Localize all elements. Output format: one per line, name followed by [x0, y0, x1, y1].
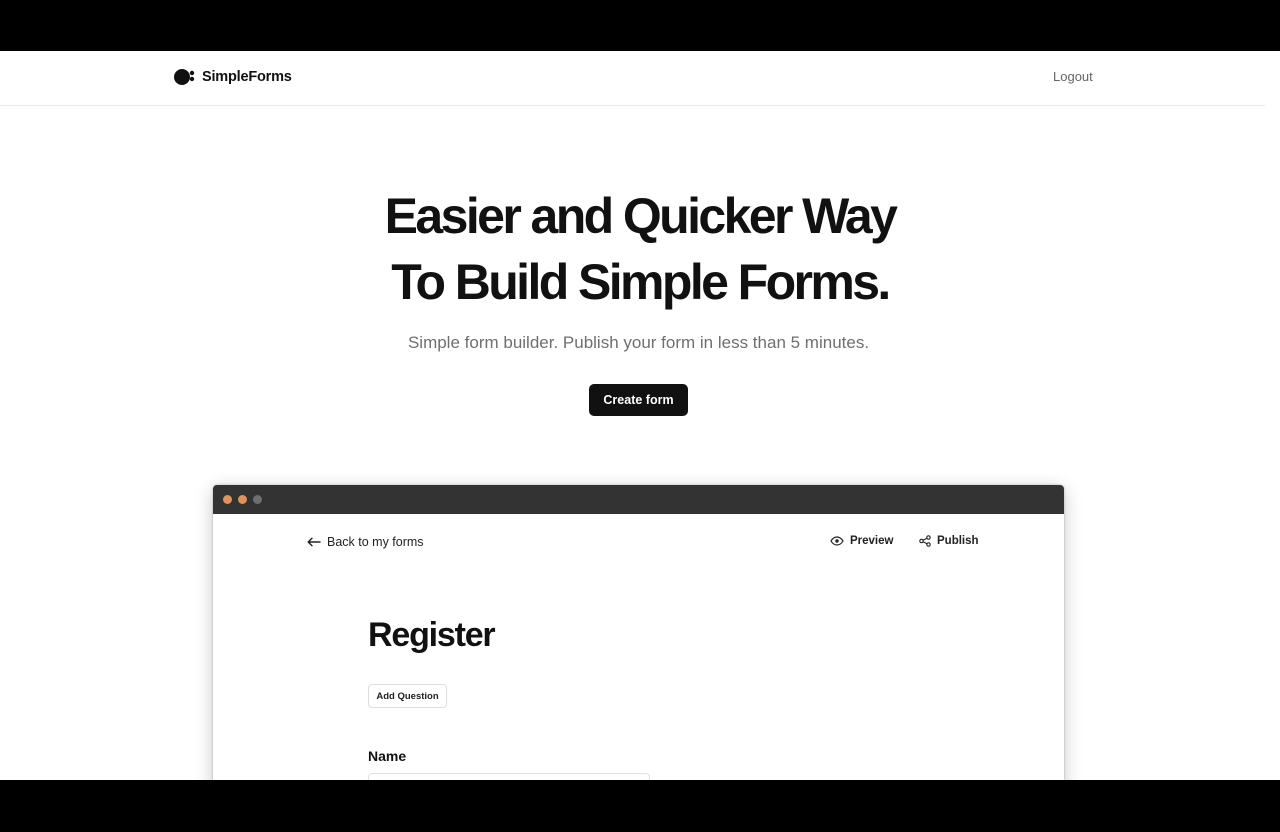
share-icon — [919, 535, 931, 547]
hero-title: Easier and Quicker Way To Build Simple F… — [0, 183, 1280, 315]
logout-link[interactable]: Logout — [1053, 69, 1093, 84]
back-to-forms-label: Back to my forms — [327, 535, 424, 549]
form-title[interactable]: Register — [368, 616, 496, 655]
publish-button[interactable]: Publish — [919, 535, 979, 547]
window-dot-2 — [238, 495, 247, 504]
create-form-button[interactable]: Create form — [589, 384, 688, 416]
form-editor-preview: Back to my forms Preview Publish Registe… — [213, 514, 1064, 780]
hero-title-line-1: Easier and Quicker Way — [384, 188, 898, 244]
hero-title-line-2: To Build Simple Forms. — [391, 254, 891, 310]
window-dot-3 — [253, 495, 262, 504]
hero-subtitle: Simple form builder. Publish your form i… — [407, 333, 870, 352]
window-dot-1 — [223, 495, 232, 504]
preview-button[interactable]: Preview — [830, 535, 893, 547]
brand-name: SimpleForms — [202, 69, 292, 85]
add-question-button[interactable]: Add Question — [368, 684, 447, 708]
page-viewport: SimpleForms Logout Easier and Quicker Wa… — [0, 51, 1280, 780]
window-titlebar — [213, 485, 1064, 514]
question-label-name: Name — [368, 748, 407, 764]
arrow-left-icon — [307, 537, 321, 547]
name-input[interactable] — [368, 773, 650, 780]
eye-icon — [830, 536, 844, 546]
top-navbar: SimpleForms Logout — [0, 51, 1265, 106]
simpleforms-logo-icon — [174, 69, 195, 85]
brand-logo[interactable]: SimpleForms — [174, 68, 292, 86]
preview-label: Preview — [850, 535, 894, 547]
publish-label: Publish — [937, 535, 979, 547]
back-to-forms-link[interactable]: Back to my forms — [307, 535, 424, 549]
app-preview-window: Back to my forms Preview Publish Registe… — [213, 485, 1064, 780]
